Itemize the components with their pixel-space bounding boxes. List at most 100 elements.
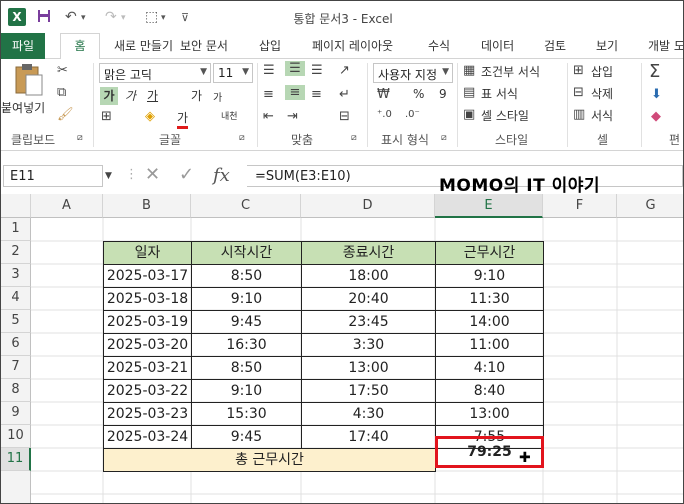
increase-indent-icon[interactable]: ⇥ bbox=[287, 109, 298, 124]
table-cell[interactable]: 11:00 bbox=[435, 333, 544, 357]
total-label-cell[interactable]: 총 근무시간 bbox=[103, 448, 436, 472]
table-cell[interactable]: 2025-03-19 bbox=[103, 310, 192, 334]
table-cell[interactable]: 15:30 bbox=[191, 402, 302, 426]
font-launcher-icon[interactable]: ⧄ bbox=[239, 133, 245, 143]
table-cell[interactable]: 4:30 bbox=[301, 402, 436, 426]
insert-cells-icon[interactable]: ⊞ bbox=[573, 63, 584, 78]
row-header[interactable]: 6 bbox=[1, 333, 31, 356]
table-cell[interactable]: 9:10 bbox=[191, 287, 302, 311]
percent-button[interactable]: % bbox=[413, 87, 424, 101]
accounting-icon[interactable]: ₩ bbox=[377, 87, 390, 102]
table-cell[interactable]: 17:50 bbox=[301, 379, 436, 403]
decrease-indent-icon[interactable]: ⇤ bbox=[263, 109, 274, 124]
format-cells-icon[interactable]: ▥ bbox=[573, 107, 585, 122]
cell-style-icon[interactable]: ▣ bbox=[463, 107, 475, 122]
row-header[interactable]: 9 bbox=[1, 402, 31, 425]
tab-developer[interactable]: 개발 도 bbox=[648, 37, 683, 54]
table-cell[interactable]: 18:00 bbox=[301, 264, 436, 288]
fill-color-icon[interactable]: ◈ bbox=[145, 109, 155, 124]
insert-cells-button[interactable]: 삽입 bbox=[591, 63, 613, 80]
table-cell[interactable]: 11:30 bbox=[435, 287, 544, 311]
name-box[interactable]: E11 bbox=[3, 165, 103, 187]
table-header-hours[interactable]: 근무시간 bbox=[435, 241, 544, 265]
autosum-icon[interactable]: Σ bbox=[649, 61, 660, 82]
row-header[interactable]: 8 bbox=[1, 379, 31, 402]
table-cell[interactable]: 9:10 bbox=[191, 379, 302, 403]
tab-new[interactable]: 새로 만들기 bbox=[114, 37, 173, 54]
clear-icon[interactable]: ◆ bbox=[651, 109, 661, 124]
font-name-select[interactable]: 맑은 고딕 ▼ bbox=[99, 63, 211, 83]
column-header[interactable]: D bbox=[301, 194, 435, 218]
table-cell[interactable]: 9:45 bbox=[191, 310, 302, 334]
table-cell[interactable]: 20:40 bbox=[301, 287, 436, 311]
table-format-button[interactable]: 표 서식 bbox=[481, 85, 518, 102]
number-launcher-icon[interactable]: ⧄ bbox=[441, 133, 447, 143]
wrap-text-icon[interactable]: ↵ bbox=[339, 87, 350, 102]
table-header-start[interactable]: 시작시간 bbox=[191, 241, 302, 265]
table-cell[interactable]: 17:40 bbox=[301, 425, 436, 449]
tab-review[interactable]: 검토 bbox=[544, 37, 566, 54]
align-middle-icon[interactable]: ☰ bbox=[285, 61, 305, 76]
delete-cells-icon[interactable]: ⊟ bbox=[573, 85, 584, 100]
insert-function-button[interactable]: fx bbox=[213, 165, 230, 186]
table-cell[interactable]: 14:00 bbox=[435, 310, 544, 334]
tab-page-layout[interactable]: 페이지 레이아웃 bbox=[312, 37, 393, 54]
underline-button[interactable]: 가 bbox=[147, 87, 158, 104]
table-header-end[interactable]: 종료시간 bbox=[301, 241, 436, 265]
name-box-dropdown-icon[interactable]: ▼ bbox=[105, 171, 112, 181]
table-cell[interactable]: 2025-03-22 bbox=[103, 379, 192, 403]
phonetic-button[interactable]: 내천 bbox=[221, 109, 238, 122]
table-cell[interactable]: 8:40 bbox=[435, 379, 544, 403]
table-cell[interactable]: 23:45 bbox=[301, 310, 436, 334]
align-center-icon[interactable]: ≡ bbox=[285, 85, 305, 100]
table-cell[interactable]: 8:50 bbox=[191, 356, 302, 380]
row-header[interactable]: 3 bbox=[1, 264, 31, 287]
table-cell[interactable]: 2025-03-20 bbox=[103, 333, 192, 357]
table-cell[interactable]: 2025-03-18 bbox=[103, 287, 192, 311]
table-cell[interactable]: 8:50 bbox=[191, 264, 302, 288]
column-header[interactable]: B bbox=[103, 194, 191, 218]
table-cell[interactable]: 4:10 bbox=[435, 356, 544, 380]
select-all-corner[interactable] bbox=[1, 194, 31, 218]
fill-icon[interactable]: ⬇ bbox=[651, 87, 662, 102]
grow-font-button[interactable]: 가 bbox=[191, 87, 202, 104]
tab-data[interactable]: 데이터 bbox=[481, 37, 514, 54]
table-format-icon[interactable]: ▤ bbox=[463, 85, 475, 100]
increase-decimal-icon[interactable]: ⁺.0 bbox=[377, 109, 392, 120]
column-header[interactable]: C bbox=[191, 194, 301, 218]
column-header[interactable]: F bbox=[543, 194, 617, 218]
conditional-format-icon[interactable]: ▦ bbox=[463, 63, 475, 78]
tab-view[interactable]: 보기 bbox=[596, 37, 618, 54]
table-cell[interactable]: 3:30 bbox=[301, 333, 436, 357]
table-cell[interactable]: 2025-03-17 bbox=[103, 264, 192, 288]
comma-button[interactable]: 9 bbox=[439, 87, 447, 101]
table-cell[interactable]: 2025-03-23 bbox=[103, 402, 192, 426]
row-header[interactable]: 4 bbox=[1, 287, 31, 310]
align-left-icon[interactable]: ≡ bbox=[263, 87, 274, 102]
column-header[interactable]: G bbox=[617, 194, 683, 218]
format-painter-icon[interactable]: 🖌 bbox=[57, 107, 74, 122]
border-icon[interactable]: ⊞ bbox=[101, 109, 112, 124]
row-header[interactable]: 11 bbox=[1, 448, 31, 471]
paste-button[interactable]: 붙여넣기 bbox=[1, 63, 51, 115]
tab-formulas[interactable]: 수식 bbox=[428, 37, 450, 54]
table-header-date[interactable]: 일자 bbox=[103, 241, 192, 265]
table-cell[interactable]: 9:45 bbox=[191, 425, 302, 449]
row-header[interactable]: 10 bbox=[1, 425, 31, 448]
table-cell[interactable]: 13:00 bbox=[435, 402, 544, 426]
italic-button[interactable]: 가 bbox=[125, 87, 136, 104]
font-color-button[interactable]: 가 bbox=[177, 109, 189, 129]
cell-style-button[interactable]: 셀 스타일 bbox=[481, 107, 529, 124]
tab-layout-1[interactable]: 보안 문서 bbox=[180, 37, 228, 54]
column-header[interactable]: A bbox=[31, 194, 103, 218]
tab-home[interactable]: 홈 bbox=[60, 33, 100, 60]
row-header[interactable]: 2 bbox=[1, 241, 31, 264]
table-cell[interactable]: 9:10 bbox=[435, 264, 544, 288]
table-cell[interactable]: 13:00 bbox=[301, 356, 436, 380]
row-header[interactable]: 7 bbox=[1, 356, 31, 379]
delete-cells-button[interactable]: 삭제 bbox=[591, 85, 613, 102]
number-format-select[interactable]: 사용자 지정 ▼ bbox=[373, 63, 453, 83]
row-header[interactable]: 5 bbox=[1, 310, 31, 333]
table-cell[interactable]: 2025-03-24 bbox=[103, 425, 192, 449]
enter-icon[interactable]: ✓ bbox=[179, 164, 194, 185]
